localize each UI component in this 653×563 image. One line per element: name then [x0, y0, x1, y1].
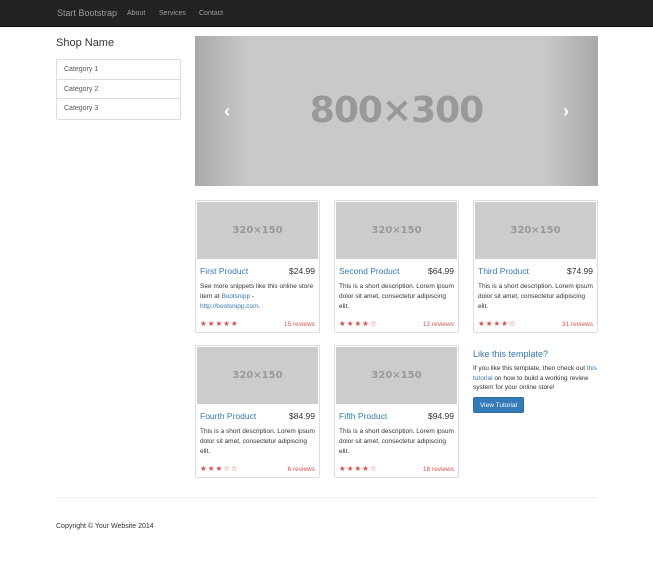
- promo-title-link[interactable]: Like this template?: [473, 349, 548, 359]
- carousel-placeholder-image: 800×300: [309, 90, 484, 131]
- review-count: 18 reviews: [422, 466, 454, 473]
- bootsnipp-link[interactable]: Bootsnipp: [221, 293, 250, 300]
- category-item-1[interactable]: Category 1: [57, 60, 180, 80]
- promo-text-prefix: If you like this template, then check ou…: [473, 365, 587, 372]
- copyright-text: Copyright © Your Website 2014: [56, 523, 154, 530]
- category-item-2[interactable]: Category 2: [57, 80, 180, 99]
- product-image: 320×150: [197, 347, 318, 404]
- product-card: 320×150 First Product $24.99 See more sn…: [195, 200, 320, 333]
- image-carousel: 800×300 ‹ ›: [195, 36, 598, 186]
- product-price: $84.99: [289, 411, 315, 421]
- description-separator: -: [250, 293, 255, 300]
- star-rating: ★★★★☆: [339, 319, 378, 328]
- product-title-link[interactable]: First Product: [200, 266, 248, 276]
- star-rating: ★★★★★: [200, 319, 239, 328]
- nav-link-contact[interactable]: Contact: [199, 0, 223, 27]
- navbar-brand[interactable]: Start Bootstrap: [57, 0, 117, 27]
- star-rating: ★★★☆☆: [200, 464, 239, 473]
- category-list: Category 1 Category 2 Category 3: [56, 59, 181, 120]
- product-image: 320×150: [336, 202, 457, 259]
- product-card: 320×150 Fourth Product $84.99 This is a …: [195, 345, 320, 478]
- product-description: This is a short description. Lorem ipsum…: [478, 283, 593, 310]
- bootsnipp-url-link[interactable]: http://bootsnipp.com: [200, 303, 259, 310]
- promo-text: If you like this template, then check ou…: [473, 364, 597, 393]
- chevron-right-icon: ›: [563, 101, 569, 121]
- view-tutorial-button[interactable]: View Tutorial: [473, 397, 524, 413]
- product-price: $74.99: [567, 266, 593, 276]
- nav-link-about[interactable]: About: [127, 0, 145, 27]
- product-title-link[interactable]: Fifth Product: [339, 411, 387, 421]
- review-count: 15 reviews: [283, 321, 315, 328]
- product-image: 320×150: [475, 202, 596, 259]
- product-price: $94.99: [428, 411, 454, 421]
- navbar: Start Bootstrap About Services Contact: [0, 0, 653, 27]
- product-description: This is a short description. Lorem ipsum…: [339, 428, 454, 455]
- star-rating: ★★★★☆: [478, 319, 517, 328]
- product-image: 320×150: [197, 202, 318, 259]
- carousel-next-button[interactable]: ›: [556, 99, 576, 123]
- description-suffix: .: [258, 303, 261, 310]
- footer-divider: [56, 497, 598, 498]
- product-price: $24.99: [289, 266, 315, 276]
- product-description: This is a short description. Lorem ipsum…: [200, 428, 315, 455]
- product-price: $64.99: [428, 266, 454, 276]
- product-description: This is a short description. Lorem ipsum…: [339, 283, 454, 310]
- review-count: 6 reviews: [287, 466, 315, 473]
- product-image: 320×150: [336, 347, 457, 404]
- nav-link-services[interactable]: Services: [159, 0, 186, 27]
- description-text: See more snippets like this online store…: [200, 283, 314, 300]
- review-count: 12 reviews: [422, 321, 454, 328]
- category-item-3[interactable]: Category 3: [57, 99, 180, 119]
- product-title-link[interactable]: Fourth Product: [200, 411, 256, 421]
- product-title-link[interactable]: Second Product: [339, 266, 399, 276]
- chevron-left-icon: ‹: [224, 101, 230, 121]
- product-card: 320×150 Second Product $64.99 This is a …: [334, 200, 459, 333]
- product-title-link[interactable]: Third Product: [478, 266, 529, 276]
- shop-name-heading: Shop Name: [56, 37, 115, 49]
- product-card: 320×150 Third Product $74.99 This is a s…: [473, 200, 598, 333]
- review-count: 31 reviews: [561, 321, 593, 328]
- star-rating: ★★★★☆: [339, 464, 378, 473]
- carousel-prev-button[interactable]: ‹: [217, 99, 237, 123]
- product-description: See more snippets like this online store…: [200, 282, 316, 312]
- product-card: 320×150 Fifth Product $94.99 This is a s…: [334, 345, 459, 478]
